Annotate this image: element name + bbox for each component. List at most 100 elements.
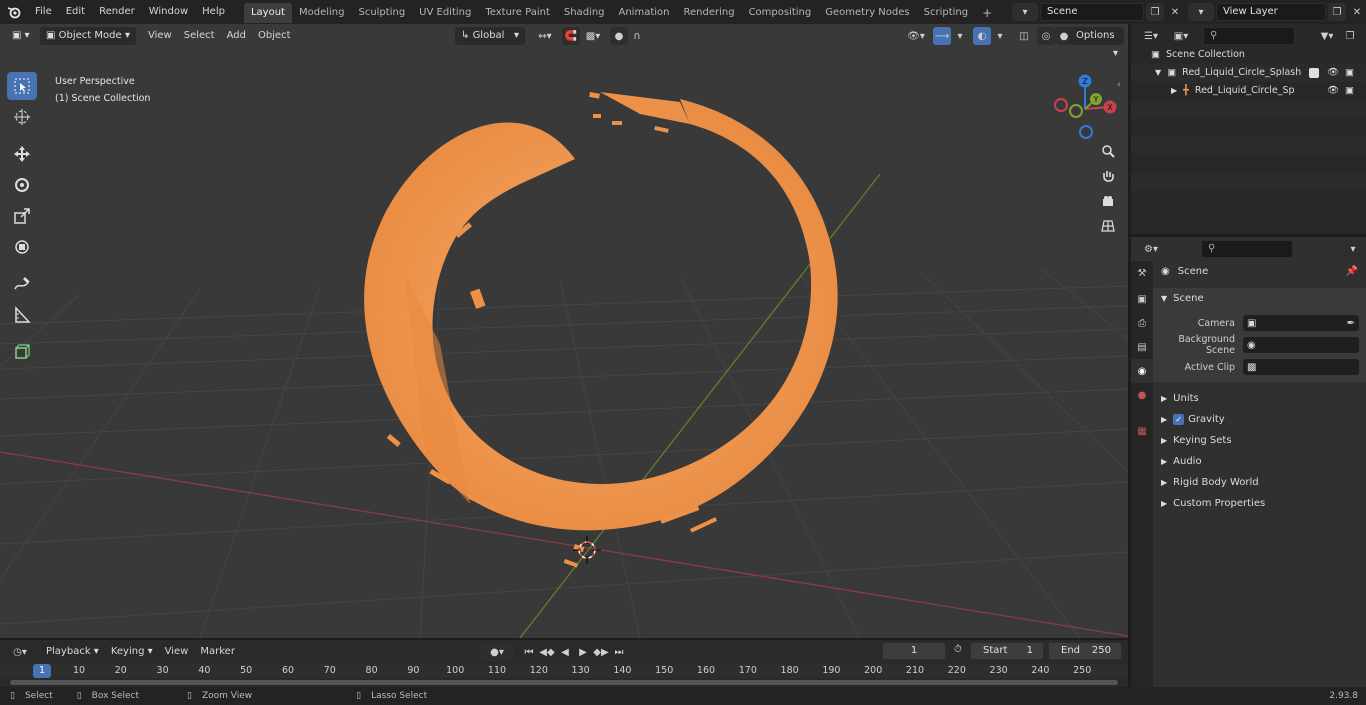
filter-icon[interactable]: ▼▾ — [1313, 27, 1341, 45]
expand-arrow-icon[interactable]: ▶ — [1171, 82, 1177, 100]
tab-scripting[interactable]: Scripting — [917, 3, 975, 23]
view-layer-name-field[interactable]: View Layer — [1216, 3, 1326, 21]
expand-arrow-icon[interactable]: ▼ — [1155, 64, 1161, 82]
render-camera-icon[interactable]: ▣ — [1345, 64, 1354, 82]
outliner-editor-type-icon[interactable]: ☰▾ — [1137, 27, 1165, 45]
prev-keyframe-icon[interactable]: ◀◆ — [538, 643, 556, 661]
eyedropper-icon[interactable]: ✒ — [1347, 318, 1355, 329]
falloff-icon[interactable]: ∩ — [628, 27, 646, 45]
navigation-gizmo[interactable]: Z X Y — [1050, 72, 1120, 144]
perspective-grid-icon[interactable] — [1097, 215, 1119, 237]
move-tool[interactable] — [7, 140, 37, 168]
exclude-checkbox-icon[interactable] — [1309, 68, 1319, 78]
editor-type-dropdown[interactable]: ▣ ▾ — [6, 27, 36, 45]
view-layer-copy-icon[interactable]: ❐ — [1328, 3, 1346, 21]
start-frame-field[interactable]: Start 1 — [970, 642, 1044, 660]
units-panel-header[interactable]: ▶ Units — [1153, 388, 1366, 409]
scene-copy-icon[interactable]: ❐ — [1146, 3, 1164, 21]
outliner-row-object[interactable]: ▶ ╋ Red_Liquid_Circle_Splash 👁 ▣ — [1131, 82, 1366, 100]
camera-field[interactable]: ▣ ✒ — [1243, 315, 1359, 331]
menu-help[interactable]: Help — [195, 0, 232, 24]
render-tab-icon[interactable]: ▣ — [1131, 287, 1153, 311]
visibility-eye-icon[interactable]: 👁 — [1327, 64, 1339, 82]
current-frame-field[interactable]: 1 — [882, 642, 946, 660]
scene-name-field[interactable]: Scene — [1040, 3, 1144, 21]
outliner-search-input[interactable]: ⚲ — [1203, 27, 1295, 45]
gravity-checkbox[interactable]: ✓ — [1173, 414, 1185, 425]
add-workspace-button[interactable]: + — [975, 3, 999, 23]
background-scene-field[interactable]: ◉ — [1243, 337, 1359, 353]
rigid-body-world-panel-header[interactable]: ▶ Rigid Body World — [1153, 472, 1366, 493]
overlay-dropdown-icon[interactable]: ▾ — [991, 27, 1009, 45]
visibility-icon[interactable]: 👁▾ — [903, 27, 929, 45]
tab-geometry-nodes[interactable]: Geometry Nodes — [818, 3, 916, 23]
tab-sculpting[interactable]: Sculpting — [351, 3, 412, 23]
view-layer-tab-icon[interactable]: ▤ — [1131, 335, 1153, 359]
cursor-tool[interactable] — [7, 103, 37, 131]
timeline-scrollbar[interactable] — [10, 680, 1118, 685]
snap-icon[interactable]: 🧲 — [562, 27, 580, 45]
display-mode-icon[interactable]: ▣▾ — [1167, 27, 1195, 45]
new-collection-icon[interactable]: ❐ — [1341, 27, 1359, 45]
transform-orientation-dropdown[interactable]: ↳ Global ▾ — [455, 27, 525, 45]
play-reverse-icon[interactable]: ◀ — [556, 643, 574, 661]
3d-cursor-icon[interactable] — [573, 536, 601, 564]
output-tab-icon[interactable]: ⎙ — [1131, 311, 1153, 335]
annotate-tool[interactable] — [7, 270, 37, 298]
tab-texture-paint[interactable]: Texture Paint — [478, 3, 557, 23]
select-box-tool[interactable] — [7, 72, 37, 100]
timeline-menu-view[interactable]: View — [159, 643, 195, 661]
jump-end-icon[interactable]: ⏭ — [610, 643, 628, 661]
tab-compositing[interactable]: Compositing — [742, 3, 819, 23]
playback-dropdown[interactable]: Playback ▾ — [40, 643, 105, 661]
proportional-edit-icon[interactable]: ● — [610, 27, 628, 45]
timeline-menu-marker[interactable]: Marker — [194, 643, 241, 661]
outliner-row-scene-collection[interactable]: ▣ Scene Collection — [1131, 46, 1366, 64]
jump-start-icon[interactable]: ⏮ — [520, 643, 538, 661]
active-clip-field[interactable]: ▩ — [1243, 359, 1359, 375]
snap-target-icon[interactable]: ▩▾ — [580, 27, 606, 45]
stopwatch-icon[interactable]: ⏱ — [954, 644, 962, 655]
pan-hand-icon[interactable] — [1097, 165, 1119, 187]
zoom-icon[interactable] — [1097, 140, 1119, 162]
scene-panel-header[interactable]: ▼ Scene — [1153, 288, 1366, 309]
tab-shading[interactable]: Shading — [557, 3, 612, 23]
transform-tool[interactable] — [7, 233, 37, 261]
tab-modeling[interactable]: Modeling — [292, 3, 352, 23]
view-layer-close-icon[interactable]: ✕ — [1348, 3, 1366, 21]
next-keyframe-icon[interactable]: ◆▶ — [592, 643, 610, 661]
tool-tab-icon[interactable]: ⚒ — [1131, 261, 1153, 285]
menu-edit[interactable]: Edit — [59, 0, 92, 24]
menu-window[interactable]: Window — [142, 0, 195, 24]
pin-icon[interactable]: 📌 — [1346, 261, 1358, 282]
pivot-point-icon[interactable]: ↭▾ — [532, 27, 558, 45]
shading-wireframe-icon[interactable]: ◎ — [1037, 27, 1055, 45]
end-frame-field[interactable]: End 250 — [1048, 642, 1122, 660]
menu-file[interactable]: File — [28, 0, 59, 24]
scene-close-icon[interactable]: ✕ — [1166, 3, 1184, 21]
record-icon[interactable]: ●▾ — [480, 643, 514, 661]
scene-selector-icon[interactable]: ▾ — [1012, 3, 1038, 21]
view-layer-selector-icon[interactable]: ▾ — [1188, 3, 1214, 21]
blender-logo-icon[interactable] — [0, 0, 28, 24]
play-icon[interactable]: ▶ — [574, 643, 592, 661]
properties-search-input[interactable]: ⚲ — [1201, 240, 1293, 258]
gizmo-dropdown-icon[interactable]: ▾ — [951, 27, 969, 45]
camera-view-icon[interactable] — [1097, 190, 1119, 212]
scene-tab-icon[interactable]: ◉ — [1131, 359, 1153, 383]
menu-render[interactable]: Render — [92, 0, 142, 24]
keying-dropdown[interactable]: Keying ▾ — [105, 643, 159, 661]
object-mode-dropdown[interactable]: ▣ Object Mode ▾ — [40, 27, 136, 45]
measure-tool[interactable] — [7, 301, 37, 329]
add-cube-tool[interactable] — [7, 338, 37, 366]
tab-layout[interactable]: Layout — [243, 3, 292, 23]
visibility-eye-icon[interactable]: 👁 — [1327, 82, 1339, 100]
3d-viewport[interactable]: ▣ ▾ ▣ Object Mode ▾ View Select Add Object… — [0, 24, 1128, 638]
tab-uv-editing[interactable]: UV Editing — [412, 3, 478, 23]
timeline-editor-type-icon[interactable]: ◷▾ — [6, 643, 34, 661]
options-dropdown[interactable]: Options ▾ — [1070, 27, 1124, 59]
scale-tool[interactable] — [7, 202, 37, 230]
properties-editor-type-icon[interactable]: ⚙▾ — [1137, 240, 1165, 258]
render-camera-icon[interactable]: ▣ — [1345, 82, 1354, 100]
tab-rendering[interactable]: Rendering — [676, 3, 741, 23]
